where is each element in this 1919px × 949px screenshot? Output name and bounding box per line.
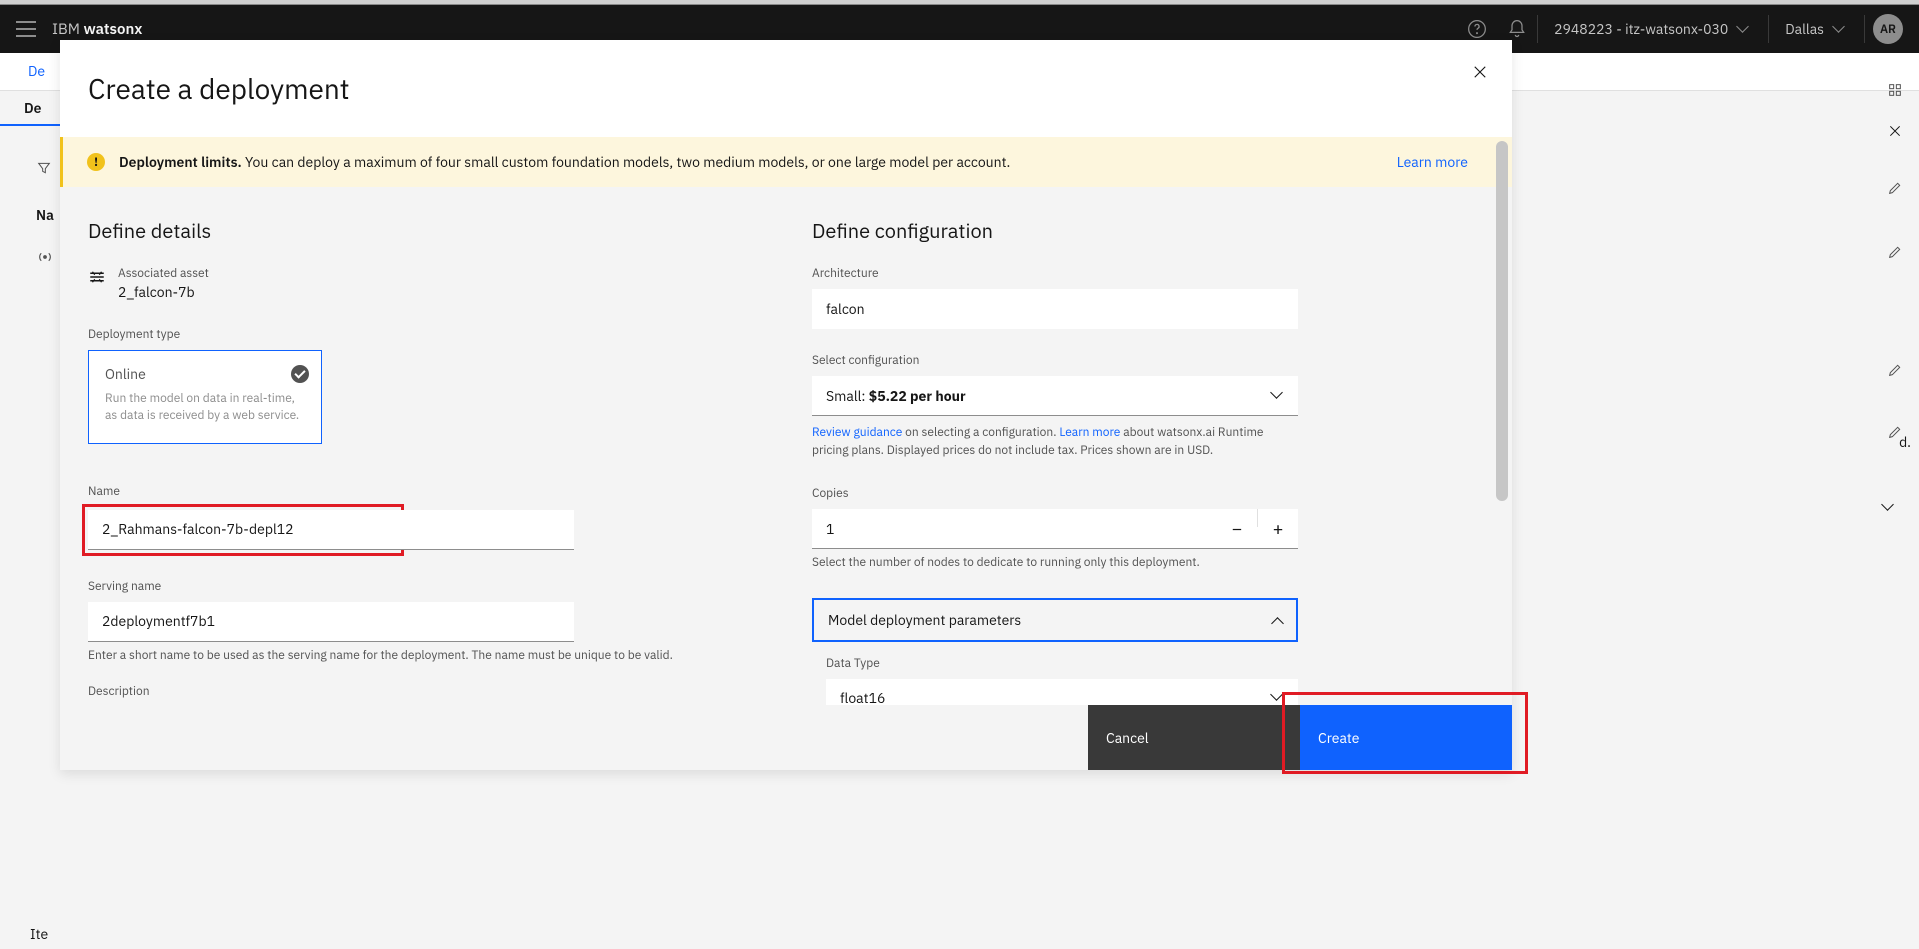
description-label: Description [88, 684, 760, 699]
edit-icon[interactable] [1871, 159, 1919, 216]
modal-footer: Cancel Create [60, 705, 1512, 770]
decrement-button[interactable]: − [1217, 509, 1257, 548]
cancel-button[interactable]: Cancel [1088, 705, 1300, 770]
bg-subtab[interactable]: De [24, 99, 41, 117]
configuration-select[interactable]: Small: $5.22 per hour [812, 376, 1298, 416]
define-configuration-section: Define configuration Architecture falcon… [812, 217, 1484, 705]
accordion-toggle[interactable]: Model deployment parameters [814, 600, 1296, 640]
items-label: Ite [30, 925, 48, 943]
section-heading: Define configuration [812, 217, 1484, 244]
chevron-down-icon [1272, 392, 1284, 400]
warning-icon [87, 153, 105, 171]
bg-tab[interactable]: De [24, 52, 49, 90]
broadcast-icon [36, 248, 54, 270]
menu-icon[interactable] [16, 21, 36, 37]
associated-asset-value: 2_falcon-7b [118, 283, 209, 301]
bg-truncated-text: d. [1899, 433, 1911, 451]
copies-helper: Select the number of nodes to dedicate t… [812, 555, 1298, 572]
modal-title: Create a deployment [88, 70, 350, 107]
name-input[interactable] [88, 510, 574, 550]
architecture-value: falcon [812, 289, 1298, 329]
column-header-name: Na [36, 206, 54, 224]
bg-right-rail: d. [1519, 53, 1919, 943]
edit-icon[interactable] [1871, 341, 1919, 398]
filter-icon[interactable] [36, 160, 52, 180]
serving-name-helper: Enter a short name to be used as the ser… [88, 648, 760, 665]
configuration-helper: Review guidance on selecting a configura… [812, 424, 1298, 460]
edit-icon[interactable] [1871, 223, 1919, 280]
create-deployment-modal: Create a deployment Deployment limits. Y… [60, 40, 1512, 770]
warning-banner: Deployment limits. You can deploy a maxi… [60, 137, 1512, 187]
highlight-annotation [82, 504, 404, 556]
data-type-select[interactable]: float16 [826, 679, 1298, 705]
check-icon [291, 365, 309, 383]
close-icon[interactable] [1464, 56, 1496, 88]
scrollbar[interactable] [1496, 141, 1508, 501]
asset-icon [88, 268, 106, 286]
deployment-type-label: Deployment type [88, 327, 760, 342]
region-selector[interactable]: Dallas [1769, 5, 1864, 53]
chevron-up-icon [1270, 616, 1282, 624]
define-details-section: Define details Associated asset 2_falcon… [88, 217, 760, 705]
brand: IBM watsonx [52, 20, 142, 39]
architecture-label: Architecture [812, 266, 1484, 281]
learn-more-link[interactable]: Learn more [1059, 425, 1120, 440]
name-label: Name [88, 484, 760, 499]
select-configuration-label: Select configuration [812, 353, 1484, 368]
copies-label: Copies [812, 486, 1484, 501]
deployment-type-online-card[interactable]: Online Run the model on data in real-tim… [88, 350, 322, 444]
section-heading: Define details [88, 217, 760, 244]
increment-button[interactable]: + [1258, 509, 1298, 548]
chevron-down-icon [1272, 694, 1284, 702]
grid-icon[interactable] [1871, 61, 1919, 118]
expand-icon[interactable] [1859, 479, 1919, 536]
model-deployment-parameters-accordion: Model deployment parameters [812, 598, 1298, 642]
close-icon[interactable] [1879, 115, 1911, 147]
account-selector[interactable]: 2948223 - itz-watsonx-030 [1538, 5, 1768, 53]
review-guidance-link[interactable]: Review guidance [812, 425, 902, 440]
serving-name-input[interactable] [88, 602, 574, 642]
data-type-label: Data Type [826, 656, 1298, 671]
edit-icon[interactable] [1871, 403, 1919, 460]
chevron-down-icon [1738, 25, 1752, 33]
chevron-down-icon [1834, 25, 1848, 33]
create-button[interactable]: Create [1300, 705, 1512, 770]
avatar[interactable]: AR [1873, 14, 1903, 44]
learn-more-link[interactable]: Learn more [1397, 153, 1468, 171]
copies-stepper[interactable]: 1 − + [812, 509, 1298, 549]
associated-asset-label: Associated asset [118, 266, 209, 281]
serving-name-label: Serving name [88, 579, 760, 594]
copies-value: 1 [812, 520, 1217, 538]
